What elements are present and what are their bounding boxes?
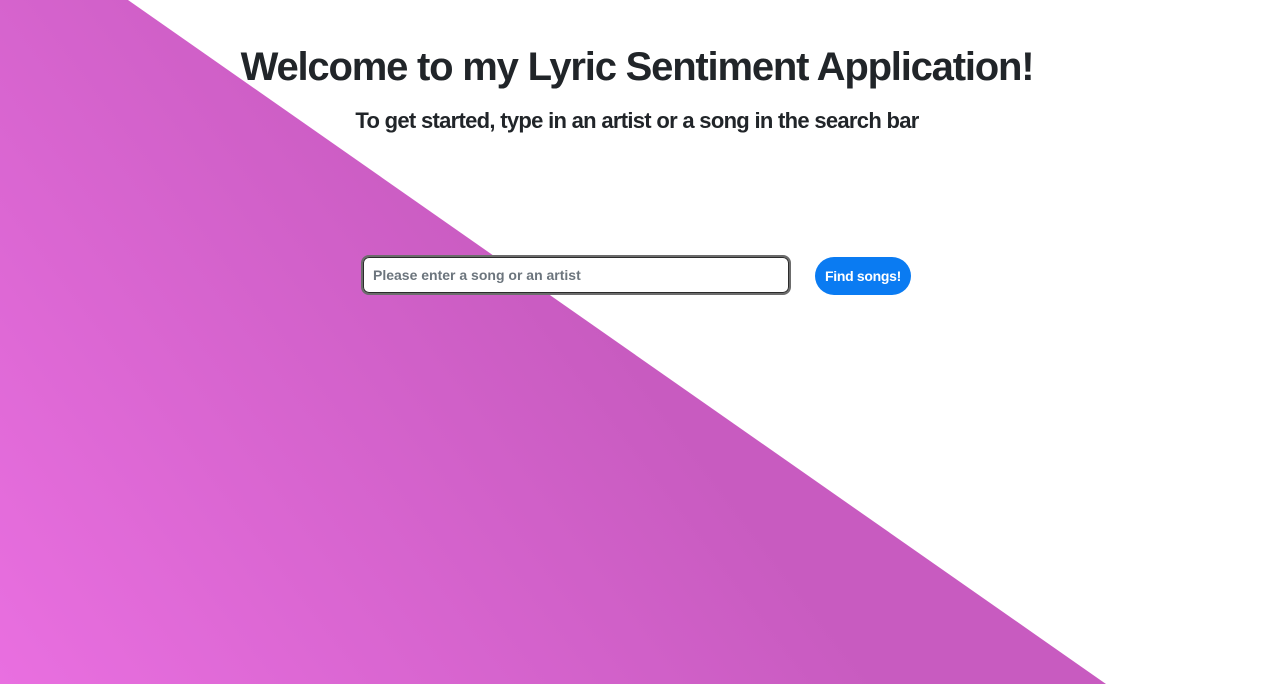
page-title: Welcome to my Lyric Sentiment Applicatio… (240, 45, 1035, 89)
page-subtitle: To get started, type in an artist or a s… (355, 108, 919, 133)
main-content: Welcome to my Lyric Sentiment Applicatio… (0, 0, 1274, 684)
find-songs-button[interactable]: Find songs! (815, 257, 911, 295)
search-input[interactable] (361, 255, 791, 295)
